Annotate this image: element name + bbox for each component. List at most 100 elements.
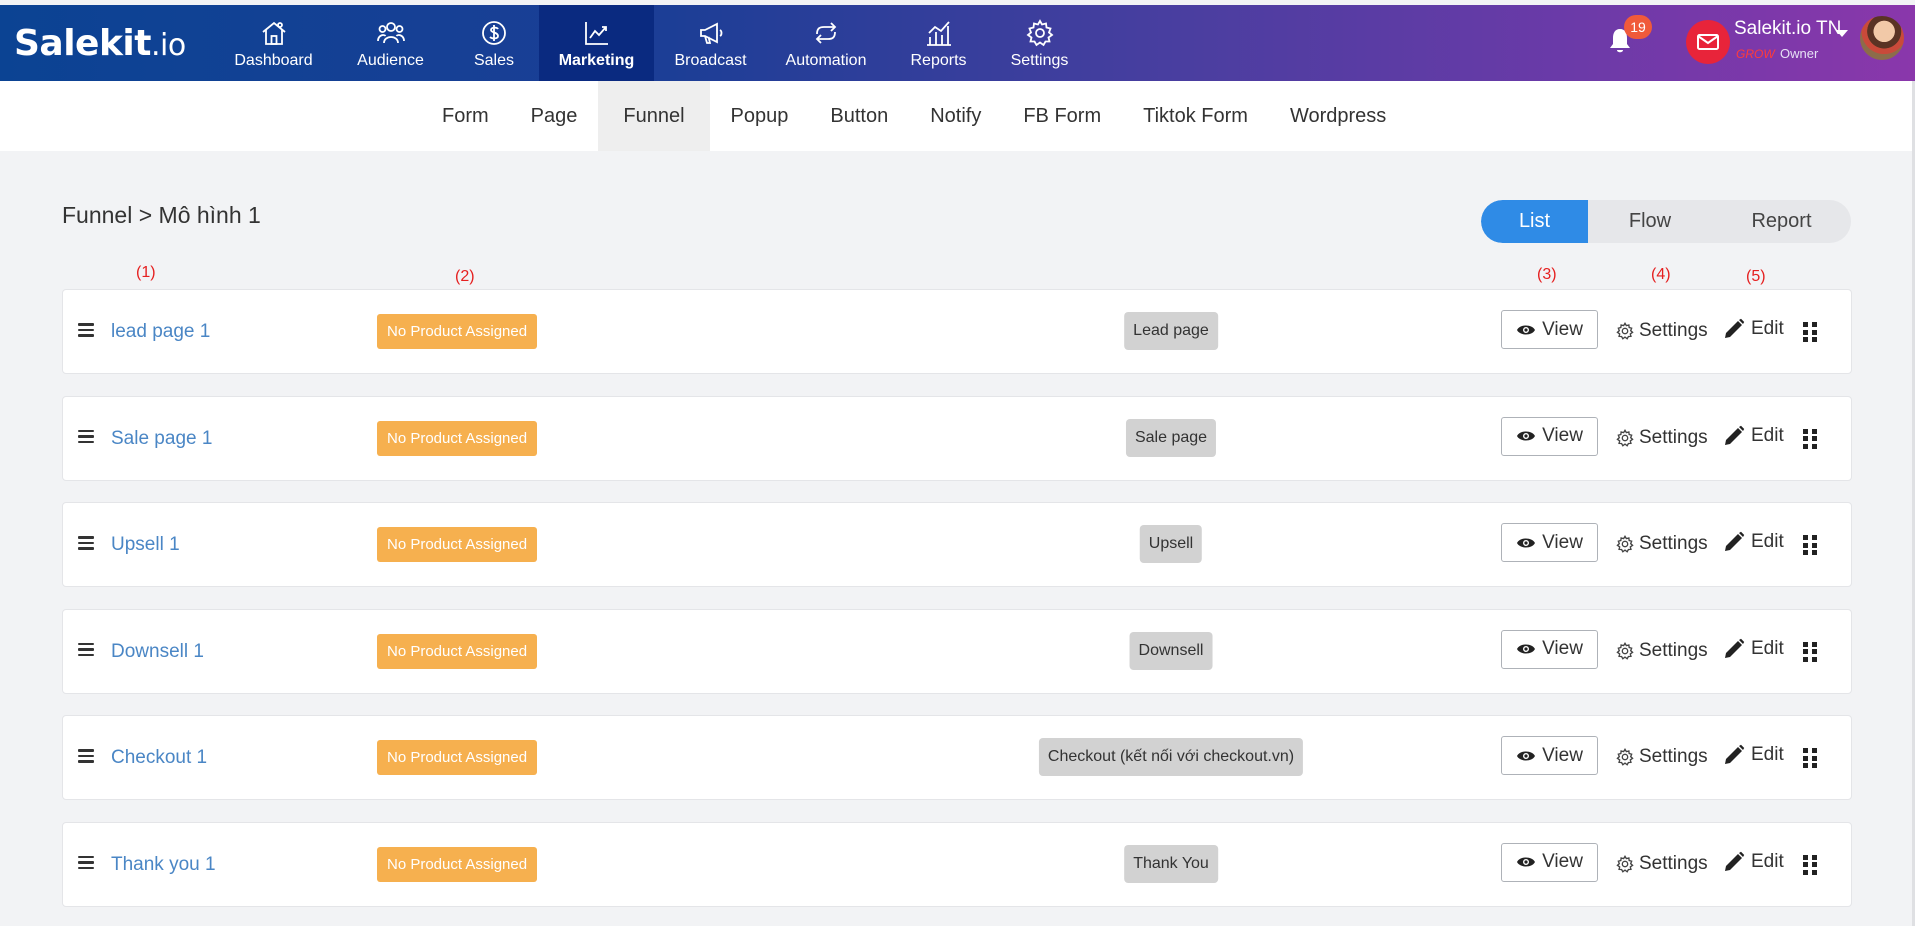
gear-icon xyxy=(1616,535,1634,553)
drag-handle-icon[interactable] xyxy=(78,642,94,657)
tab-button[interactable]: Button xyxy=(809,81,909,151)
drag-handle-icon[interactable] xyxy=(78,855,94,870)
gear-icon xyxy=(1616,428,1634,447)
sub-navbar: Form Page Funnel Popup Button Notify FB … xyxy=(0,81,1915,151)
view-button[interactable]: View xyxy=(1501,842,1598,882)
table-row: Sale page 1 No Product Assigned Sale pag… xyxy=(62,395,1852,481)
product-status-badge: No Product Assigned xyxy=(377,314,538,349)
funnel-step-list: lead page 1 No Product Assigned Lead pag… xyxy=(62,289,1852,926)
nav-item-broadcast[interactable]: Broadcast xyxy=(654,5,767,81)
megaphone-icon xyxy=(699,22,722,44)
settings-button[interactable]: Settings xyxy=(1616,427,1708,449)
tab-fb-form[interactable]: FB Form xyxy=(1002,81,1122,151)
settings-button[interactable]: Settings xyxy=(1616,746,1708,768)
edit-button[interactable]: Edit xyxy=(1723,425,1784,447)
app-logo[interactable]: Salekit.io xyxy=(14,23,186,64)
trend-chart-icon xyxy=(584,22,608,45)
product-status-badge: No Product Assigned xyxy=(377,420,538,456)
product-status-badge: No Product Assigned xyxy=(377,527,538,562)
marker-3: (3) xyxy=(1537,266,1557,283)
grid-menu-icon[interactable] xyxy=(1803,641,1817,662)
grid-menu-icon[interactable] xyxy=(1803,322,1817,342)
house-icon xyxy=(261,21,286,45)
step-name-link[interactable]: Sale page 1 xyxy=(111,428,212,450)
step-type-badge: Upsell xyxy=(1139,525,1203,563)
table-row: lead page 1 No Product Assigned Lead pag… xyxy=(62,289,1852,374)
drag-handle-icon[interactable] xyxy=(78,536,94,550)
mail-button[interactable] xyxy=(1686,20,1730,64)
user-name[interactable]: Salekit.io TN xyxy=(1734,18,1841,40)
nav-item-settings[interactable]: Settings xyxy=(992,5,1087,81)
drag-handle-icon[interactable] xyxy=(78,323,94,337)
settings-button[interactable]: Settings xyxy=(1616,853,1708,875)
step-name-link[interactable]: lead page 1 xyxy=(111,321,210,343)
step-name-link[interactable]: Downsell 1 xyxy=(111,641,204,663)
toggle-list[interactable]: List xyxy=(1481,200,1588,243)
grid-menu-icon[interactable] xyxy=(1803,748,1817,768)
marker-1: (1) xyxy=(136,264,156,281)
drag-handle-icon[interactable] xyxy=(78,749,94,763)
nav-item-sales[interactable]: Sales xyxy=(449,5,539,81)
view-button[interactable]: View xyxy=(1501,736,1598,775)
step-type-badge: Sale page xyxy=(1125,418,1217,457)
table-row: Thank you 1 No Product Assigned Thank Yo… xyxy=(62,821,1852,907)
eye-icon xyxy=(1517,751,1536,760)
grid-menu-icon[interactable] xyxy=(1803,535,1817,555)
view-button[interactable]: View xyxy=(1501,416,1598,456)
users-icon xyxy=(376,22,405,44)
avatar[interactable] xyxy=(1860,16,1904,60)
user-role: Owner xyxy=(1780,46,1819,61)
nav-item-automation[interactable]: Automation xyxy=(767,5,885,81)
tab-form[interactable]: Form xyxy=(421,81,510,151)
edit-button[interactable]: Edit xyxy=(1723,851,1784,873)
nav-item-audience[interactable]: Audience xyxy=(332,5,449,81)
table-row: Downsell 1 No Product Assigned Downsell … xyxy=(62,608,1852,694)
nav-item-marketing[interactable]: Marketing xyxy=(539,5,654,81)
step-type-badge: Downsell xyxy=(1129,631,1213,670)
step-type-badge: Thank You xyxy=(1124,844,1218,883)
settings-button[interactable]: Settings xyxy=(1616,640,1708,662)
eye-icon xyxy=(1517,431,1536,441)
grid-menu-icon[interactable] xyxy=(1803,428,1817,449)
tab-page[interactable]: Page xyxy=(510,81,599,151)
gear-icon xyxy=(1026,19,1053,47)
view-button[interactable]: View xyxy=(1501,629,1598,669)
edit-button[interactable]: Edit xyxy=(1723,531,1784,553)
eye-icon xyxy=(1517,644,1536,654)
tab-funnel[interactable]: Funnel xyxy=(598,81,710,151)
table-row: Upsell 1 No Product Assigned Upsell View… xyxy=(62,502,1852,587)
view-button[interactable]: View xyxy=(1501,523,1598,562)
step-name-link[interactable]: Thank you 1 xyxy=(111,854,216,876)
step-type-badge: Lead page xyxy=(1124,312,1218,350)
view-button[interactable]: View xyxy=(1501,310,1598,349)
pencil-icon xyxy=(1725,425,1745,445)
product-status-badge: No Product Assigned xyxy=(377,740,538,775)
grid-menu-icon[interactable] xyxy=(1803,854,1817,875)
drag-handle-icon[interactable] xyxy=(78,429,94,444)
pencil-icon xyxy=(1725,851,1745,871)
nav-item-reports[interactable]: Reports xyxy=(885,5,992,81)
step-name-link[interactable]: Upsell 1 xyxy=(111,534,180,556)
marker-5: (5) xyxy=(1746,268,1766,285)
toggle-flow[interactable]: Flow xyxy=(1588,200,1712,243)
pencil-icon xyxy=(1725,531,1745,551)
tab-tiktok-form[interactable]: Tiktok Form xyxy=(1122,81,1269,151)
nav-item-dashboard[interactable]: Dashboard xyxy=(215,5,332,81)
tab-popup[interactable]: Popup xyxy=(710,81,810,151)
settings-button[interactable]: Settings xyxy=(1616,320,1708,342)
pencil-icon xyxy=(1725,638,1745,658)
product-status-badge: No Product Assigned xyxy=(377,846,538,882)
step-name-link[interactable]: Checkout 1 xyxy=(111,747,207,769)
edit-button[interactable]: Edit xyxy=(1723,638,1784,660)
chevron-down-icon[interactable] xyxy=(1836,30,1848,37)
tab-wordpress[interactable]: Wordpress xyxy=(1269,81,1407,151)
bar-chart-icon xyxy=(926,21,951,46)
toggle-report[interactable]: Report xyxy=(1712,200,1851,243)
settings-button[interactable]: Settings xyxy=(1616,533,1708,555)
edit-button[interactable]: Edit xyxy=(1723,318,1784,340)
product-status-badge: No Product Assigned xyxy=(377,633,538,669)
tab-notify[interactable]: Notify xyxy=(909,81,1002,151)
edit-button[interactable]: Edit xyxy=(1723,744,1784,766)
eye-icon xyxy=(1517,538,1536,547)
view-toggle: List Flow Report xyxy=(1481,200,1851,243)
